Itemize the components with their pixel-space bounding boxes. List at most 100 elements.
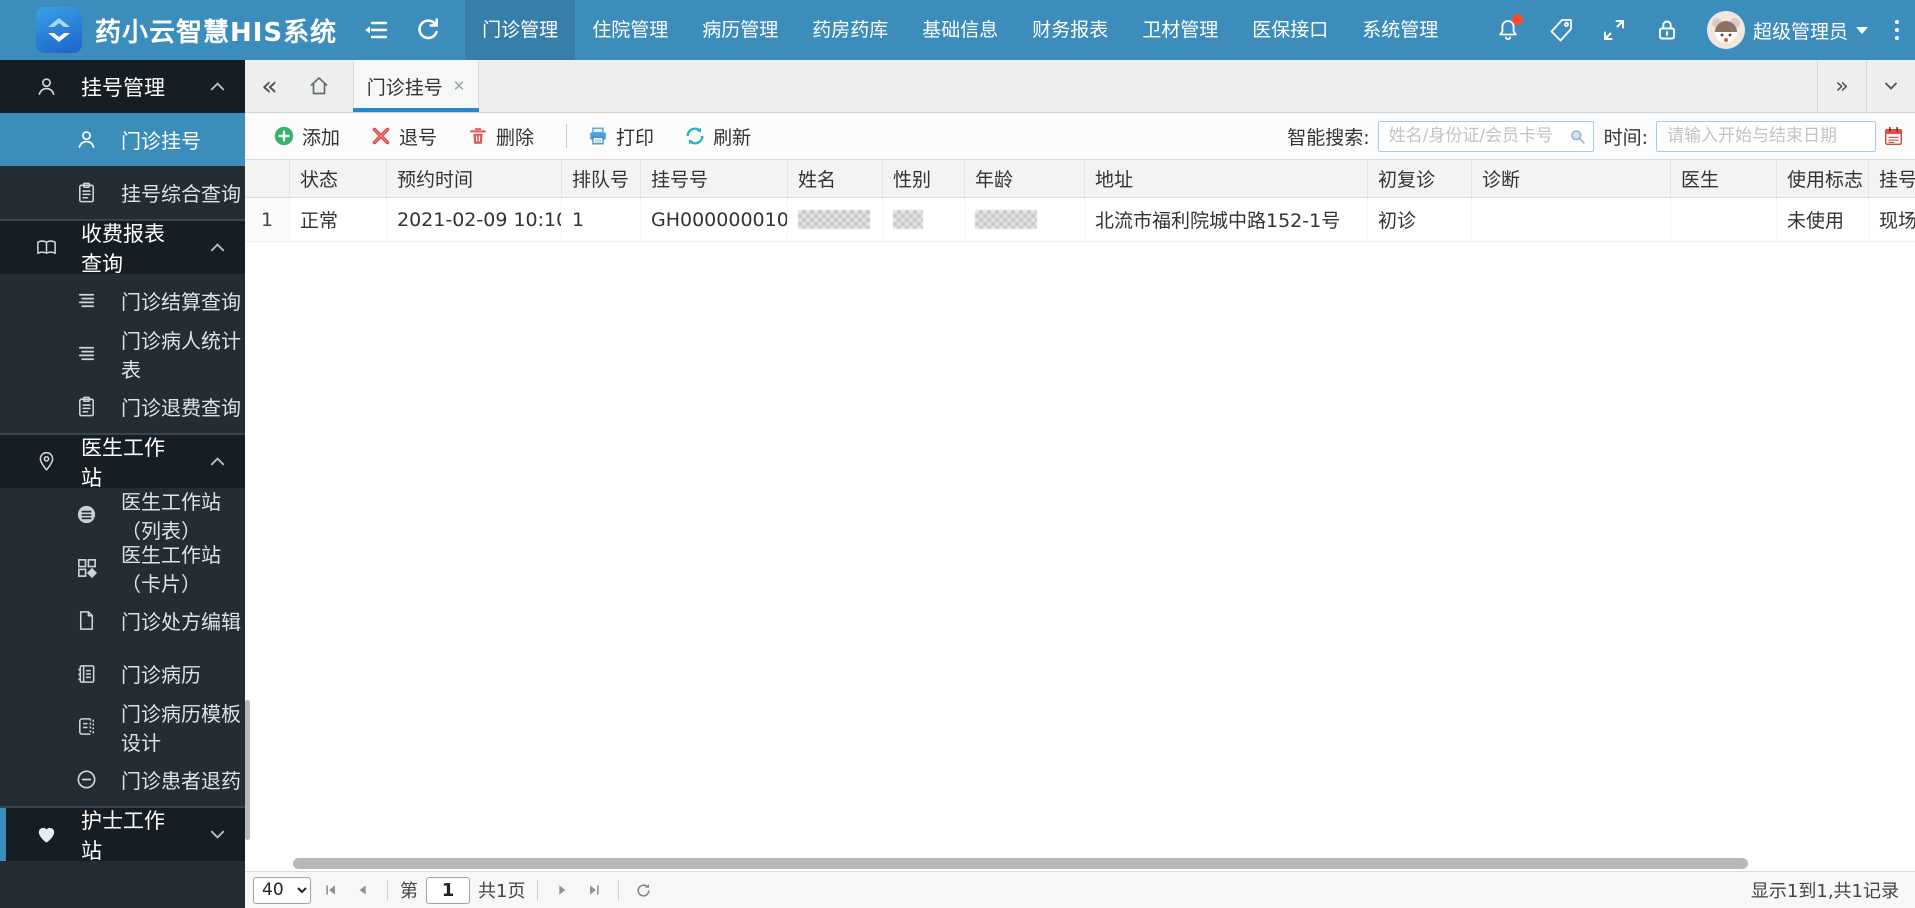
cancel-registration-label: 退号 [399,126,438,149]
smart-search-input[interactable] [1377,120,1594,152]
user-menu[interactable]: 超级管理员 [1706,11,1868,49]
next-page-icon[interactable] [550,877,574,903]
prev-page-icon[interactable] [351,877,375,903]
current-page-input[interactable] [426,876,470,904]
sidebar-section-header-fee-reports[interactable]: 收费报表查询 [0,221,245,276]
user-icon [38,78,55,95]
col-name[interactable]: 姓名 [788,160,883,197]
col-reg-source[interactable]: 挂号来源 [1869,160,1915,197]
bell-icon[interactable] [1495,14,1523,43]
refresh-button[interactable]: 刷新 [684,123,751,150]
cell-use-flag: 未使用 [1777,198,1869,241]
date-range-input[interactable] [1656,120,1876,152]
menu-item-insurance[interactable]: 医保接口 [1235,0,1345,60]
col-appt-time[interactable]: 预约时间 [387,160,562,197]
col-reg-no[interactable]: 挂号号 [641,160,788,197]
sidebar-section-header-doctor-station[interactable]: 医生工作站 [0,435,245,490]
cancel-registration-button[interactable]: 退号 [370,123,437,150]
col-age[interactable]: 年龄 [965,160,1085,197]
sidebar-item-outpatient-emr[interactable]: 门诊病历 [0,647,245,700]
sidebar-item-patient-drug-return[interactable]: 门诊患者退药 [0,753,245,806]
col-gender[interactable]: 性别 [883,160,965,197]
collapse-tabs-icon[interactable]: « [245,60,294,112]
col-doctor[interactable]: 医生 [1671,160,1777,197]
col-use-flag[interactable]: 使用标志 [1777,160,1869,197]
refresh-button-label: 刷新 [713,126,752,149]
pager-divider [387,880,388,900]
x-mark-icon [372,127,390,145]
refresh-page-icon[interactable] [415,17,441,43]
template-book-icon [79,718,94,735]
expand-tabs-icon[interactable]: » [1817,60,1866,112]
sidebar-scrollbar[interactable] [245,700,250,840]
delete-button[interactable]: 删除 [467,123,534,150]
main-menu: 门诊管理 住院管理 病历管理 药房药库 基础信息 财务报表 卫材管理 医保接口 … [465,0,1455,60]
sidebar-item-label: 门诊病人统计表 [121,328,241,382]
sidebar-item-doctor-station-card[interactable]: 医生工作站（卡片） [0,541,245,596]
sidebar-item-label: 挂号综合查询 [121,182,241,206]
sidebar-section-header-nurse-station[interactable]: 护士工作站 [0,808,245,863]
col-diagnosis[interactable]: 诊断 [1472,160,1671,197]
sidebar-item-patient-stats[interactable]: 门诊病人统计表 [0,327,245,382]
menu-item-pharmacy[interactable]: 药房药库 [795,0,905,60]
lock-icon[interactable] [1654,17,1680,43]
sidebar: 挂号管理 门诊挂号 挂号综合查询 收费报表查询 门诊结算查询 门诊病人统计表 门… [0,60,245,908]
horizontal-scrollbar-thumb[interactable] [293,858,1748,869]
tag-icon[interactable] [1548,17,1574,43]
menu-item-records[interactable]: 病历管理 [685,0,795,60]
sidebar-section-header-registration[interactable]: 挂号管理 [0,60,245,113]
page-size-select[interactable]: 40 [253,876,311,904]
book-open-icon [37,240,56,255]
chevron-up-icon [210,457,225,466]
col-address[interactable]: 地址 [1085,160,1368,197]
add-button[interactable]: 添加 [273,123,340,150]
app-logo-icon [36,7,82,53]
last-page-icon[interactable] [582,877,606,903]
sidebar-item-outpatient-registration[interactable]: 门诊挂号 [0,113,245,166]
sidebar-toggle-icon[interactable] [363,17,389,43]
menu-item-outpatient[interactable]: 门诊管理 [465,0,576,60]
cell-reg-no: GH0000000102 [641,198,788,241]
sidebar-item-settlement-query[interactable]: 门诊结算查询 [0,274,245,327]
menu-item-materials[interactable]: 卫材管理 [1125,0,1235,60]
table-header: 状态 预约时间 排队号 挂号号 姓名 性别 年龄 地址 初复诊 诊断 医生 使用… [245,160,1915,198]
tab-close-icon[interactable]: ✕ [453,78,466,94]
file-icon [79,611,94,630]
cell-status: 正常 [290,198,387,241]
menu-item-finance[interactable]: 财务报表 [1015,0,1125,60]
tab-outpatient-registration[interactable]: 门诊挂号 ✕ [353,60,479,112]
tab-list-icon[interactable] [1866,60,1915,112]
sidebar-item-emr-template-design[interactable]: 门诊病历模板设计 [0,700,245,755]
total-pages-label: 共1页 [478,881,526,902]
home-icon[interactable] [294,60,343,112]
toolbar-search-area: 智能搜索: 时间: [1287,120,1905,152]
table-empty-area [245,242,1915,856]
col-status[interactable]: 状态 [290,160,387,197]
sidebar-item-label: 医生工作站（卡片） [121,542,221,596]
reload-icon[interactable] [631,877,655,903]
search-icon[interactable] [1568,127,1587,146]
print-button[interactable]: 打印 [587,123,654,150]
first-page-icon[interactable] [319,877,343,903]
sidebar-item-registration-query[interactable]: 挂号综合查询 [0,166,245,219]
menu-item-basic-info[interactable]: 基础信息 [905,0,1015,60]
calendar-icon[interactable] [1882,125,1905,147]
cell-visit-type: 初诊 [1368,198,1472,241]
kebab-menu-icon[interactable] [1895,20,1899,40]
chevron-up-icon [210,82,225,91]
table-row[interactable]: 1 正常 2021-02-09 10:10:36 1 GH0000000102 … [245,198,1915,242]
col-queue-no[interactable]: 排队号 [562,160,641,197]
trash-icon [470,128,486,144]
clipboard-icon [79,396,94,417]
fullscreen-icon[interactable] [1601,17,1627,43]
sidebar-item-refund-query[interactable]: 门诊退费查询 [0,380,245,433]
sidebar-item-label: 门诊挂号 [121,129,201,153]
col-visit-type[interactable]: 初复诊 [1368,160,1472,197]
print-button-label: 打印 [616,126,655,149]
cell-queue-no: 1 [562,198,641,241]
sidebar-item-doctor-station-list[interactable]: 医生工作站（列表） [0,488,245,543]
menu-item-inpatient[interactable]: 住院管理 [575,0,685,60]
menu-item-system[interactable]: 系统管理 [1345,0,1455,60]
sidebar-item-prescription-edit[interactable]: 门诊处方编辑 [0,594,245,647]
sidebar-item-label: 门诊结算查询 [121,290,241,314]
